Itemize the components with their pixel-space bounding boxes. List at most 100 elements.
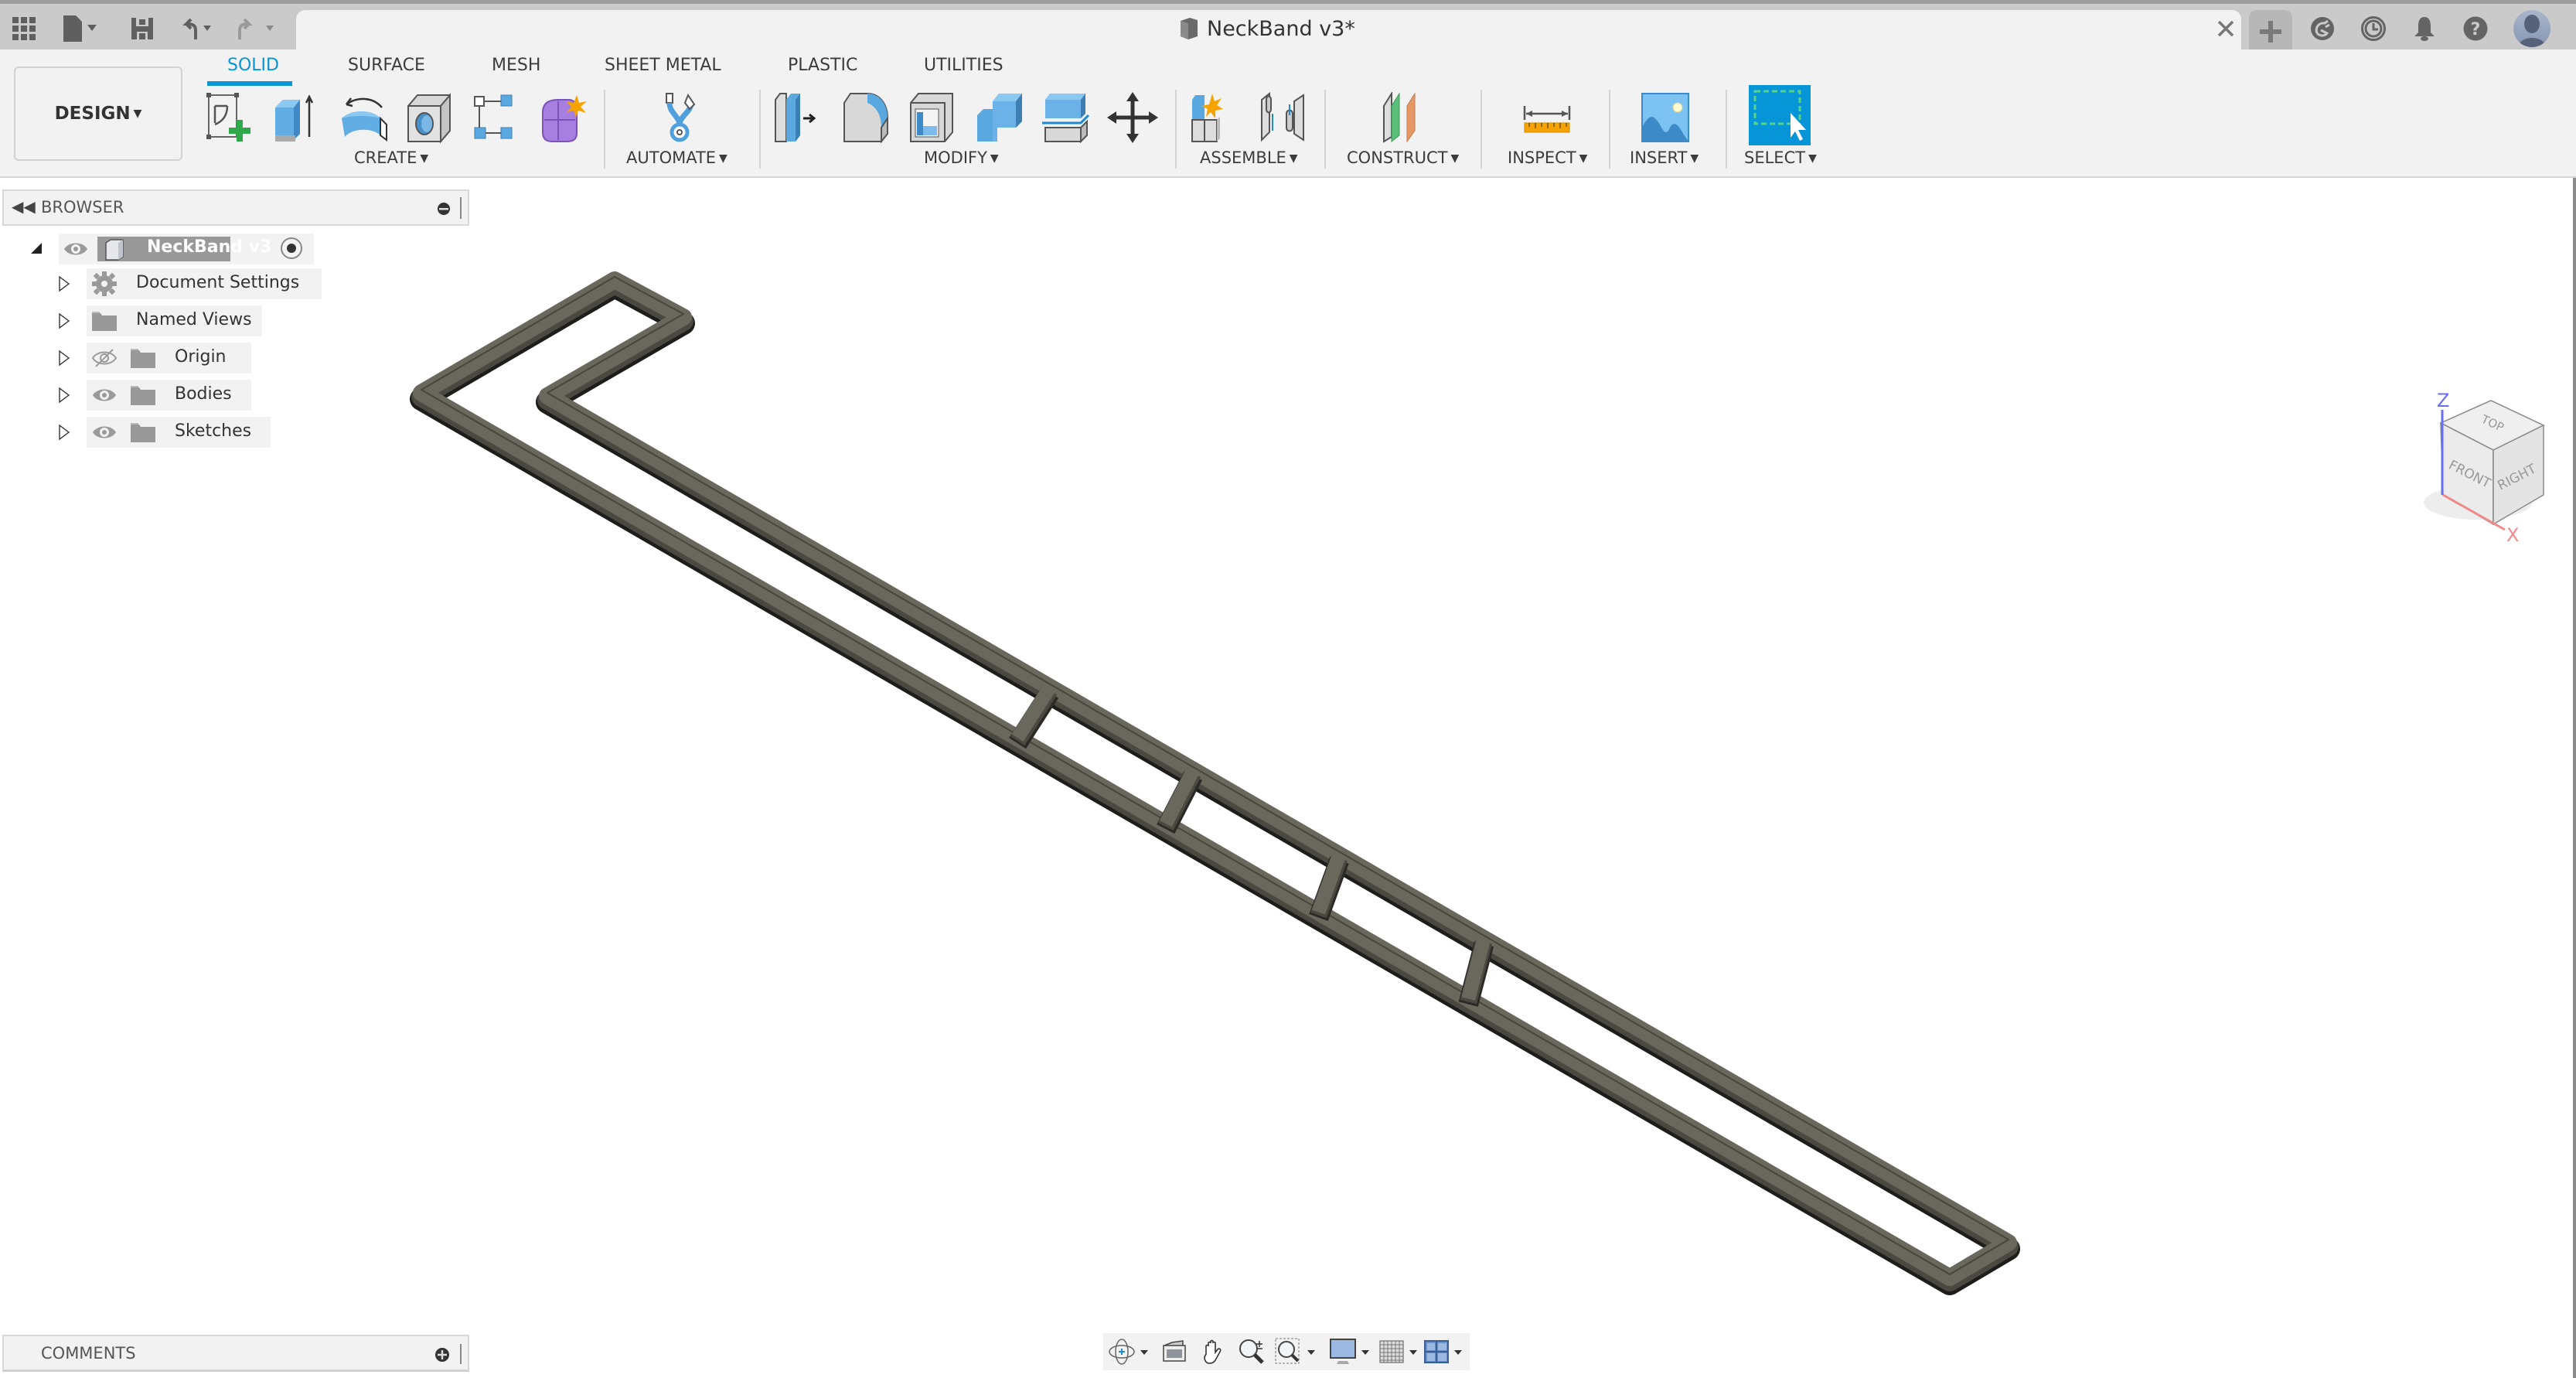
folder-icon bbox=[130, 347, 156, 372]
grid-snap-icon[interactable] bbox=[1378, 1336, 1423, 1367]
select-menu[interactable]: SELECT ▼ bbox=[1744, 148, 1817, 167]
panel-resize-handle[interactable] bbox=[460, 197, 462, 219]
neckband-body[interactable] bbox=[410, 271, 2020, 1295]
help-icon[interactable]: ? bbox=[2462, 15, 2489, 43]
tab-solid[interactable]: SOLID bbox=[227, 56, 279, 75]
expand-triangle-icon[interactable] bbox=[58, 312, 70, 329]
window-edge bbox=[2573, 178, 2576, 1378]
tree-item-label: Bodies bbox=[175, 384, 232, 404]
save-icon[interactable] bbox=[128, 15, 156, 43]
expand-triangle-icon[interactable] bbox=[58, 350, 70, 367]
offset-plane-icon[interactable] bbox=[1378, 90, 1432, 145]
panel-resize-handle[interactable] bbox=[460, 1344, 462, 1364]
tab-sheet-metal[interactable]: SHEET METAL bbox=[605, 56, 721, 75]
chevron-down-icon: ▼ bbox=[1690, 152, 1699, 165]
extrude-icon[interactable] bbox=[271, 90, 325, 145]
create-sketch-icon[interactable] bbox=[204, 90, 258, 145]
extensions-icon[interactable] bbox=[2309, 15, 2336, 43]
panel-pin-icon[interactable] bbox=[437, 202, 451, 216]
combine-icon[interactable] bbox=[973, 90, 1027, 145]
hole-icon[interactable] bbox=[404, 90, 458, 145]
z-axis-label: Z bbox=[2437, 390, 2449, 411]
insert-menu[interactable]: INSERT ▼ bbox=[1630, 148, 1699, 167]
expanded-triangle-icon[interactable] bbox=[29, 241, 43, 255]
inspect-label: INSPECT bbox=[1508, 148, 1576, 167]
construct-menu[interactable]: CONSTRUCT ▼ bbox=[1347, 148, 1459, 167]
modify-menu[interactable]: MODIFY ▼ bbox=[924, 148, 999, 167]
toolbar-ribbon: DESIGN ▼ SOLID SURFACE MESH SHEET METAL P… bbox=[0, 49, 2576, 178]
folder-icon bbox=[130, 421, 156, 446]
inspect-menu[interactable]: INSPECT ▼ bbox=[1508, 148, 1587, 167]
new-tab-plus-icon[interactable] bbox=[2249, 10, 2292, 53]
press-pull-icon[interactable] bbox=[772, 90, 826, 145]
new-component-icon[interactable] bbox=[1187, 90, 1242, 145]
tab-plastic[interactable]: PLASTIC bbox=[788, 56, 857, 75]
tree-item-label: Document Settings bbox=[136, 273, 300, 292]
fillet-icon[interactable] bbox=[840, 90, 894, 145]
automate-menu[interactable]: AUTOMATE ▼ bbox=[626, 148, 727, 167]
shell-icon[interactable] bbox=[906, 90, 960, 145]
group-divider bbox=[1175, 90, 1177, 169]
apps-grid-icon[interactable] bbox=[9, 15, 39, 43]
file-menu-button[interactable] bbox=[60, 15, 107, 43]
activate-radio-icon[interactable] bbox=[280, 237, 303, 260]
undo-button[interactable] bbox=[179, 15, 226, 43]
browser-title: BROWSER bbox=[41, 198, 124, 217]
split-body-icon[interactable] bbox=[1039, 90, 1093, 145]
title-bar: NeckBand v3* ? bbox=[0, 0, 2576, 53]
expand-triangle-icon[interactable] bbox=[58, 387, 70, 404]
select-window-icon[interactable] bbox=[1749, 85, 1811, 145]
insert-image-icon[interactable] bbox=[1637, 90, 1692, 145]
group-divider bbox=[1726, 90, 1727, 169]
notifications-bell-icon[interactable] bbox=[2411, 15, 2438, 43]
tab-surface[interactable]: SURFACE bbox=[348, 56, 425, 75]
revolve-icon[interactable] bbox=[337, 90, 391, 145]
display-settings-icon[interactable] bbox=[1329, 1336, 1375, 1367]
zoom-icon[interactable] bbox=[1235, 1336, 1269, 1367]
add-comment-icon[interactable] bbox=[434, 1347, 450, 1363]
pan-hand-icon[interactable] bbox=[1196, 1336, 1230, 1367]
fusion-app-window: NeckBand v3* ? DESIGN ▼ SOLID SURFACE ME… bbox=[0, 0, 2576, 1378]
document-title-text: NeckBand v3* bbox=[1207, 16, 1355, 41]
workspace-switcher-button[interactable]: DESIGN ▼ bbox=[14, 67, 182, 161]
tab-utilities[interactable]: UTILITIES bbox=[924, 56, 1003, 75]
joint-icon[interactable] bbox=[1256, 90, 1310, 145]
form-icon[interactable] bbox=[537, 90, 591, 145]
move-icon[interactable] bbox=[1106, 90, 1160, 145]
user-avatar[interactable] bbox=[2513, 10, 2550, 47]
gear-icon bbox=[91, 271, 118, 300]
x-axis-label: X bbox=[2506, 524, 2519, 541]
group-divider bbox=[1324, 90, 1326, 169]
tab-mesh[interactable]: MESH bbox=[492, 56, 540, 75]
orbit-icon[interactable] bbox=[1108, 1336, 1154, 1367]
chevron-down-icon: ▼ bbox=[719, 152, 727, 165]
visibility-eye-icon[interactable] bbox=[91, 385, 118, 408]
redo-button[interactable] bbox=[233, 15, 286, 43]
band-top-face[interactable] bbox=[413, 271, 2017, 1286]
collapse-panel-icon[interactable]: ◀◀ bbox=[12, 197, 36, 216]
group-divider bbox=[1609, 90, 1610, 169]
fit-window-zoom-icon[interactable] bbox=[1275, 1336, 1324, 1367]
visibility-eye-icon[interactable] bbox=[91, 422, 118, 445]
component-cube-icon bbox=[105, 239, 124, 261]
visibility-eye-icon[interactable] bbox=[63, 238, 89, 260]
visibility-hidden-icon[interactable] bbox=[91, 348, 118, 371]
measure-icon[interactable] bbox=[1520, 90, 1574, 145]
expand-triangle-icon[interactable] bbox=[58, 424, 70, 441]
create-label: CREATE bbox=[354, 148, 417, 167]
assemble-menu[interactable]: ASSEMBLE ▼ bbox=[1200, 148, 1298, 167]
tree-item-label: Named Views bbox=[136, 310, 252, 329]
view-cube[interactable]: TOP FRONT RIGHT Z X bbox=[2404, 387, 2551, 546]
pattern-icon[interactable] bbox=[470, 90, 524, 145]
modify-label: MODIFY bbox=[924, 148, 987, 167]
viewports-icon[interactable] bbox=[1423, 1336, 1468, 1367]
job-status-clock-icon[interactable] bbox=[2360, 15, 2387, 43]
3d-viewport[interactable]: TOP FRONT RIGHT Z X bbox=[0, 178, 2576, 1378]
close-tab-icon[interactable] bbox=[2215, 18, 2237, 39]
create-menu[interactable]: CREATE ▼ bbox=[354, 148, 428, 167]
neckband-model[interactable] bbox=[0, 178, 2576, 1378]
comments-panel: COMMENTS bbox=[2, 1335, 469, 1372]
look-at-icon[interactable] bbox=[1157, 1336, 1191, 1367]
expand-triangle-icon[interactable] bbox=[58, 275, 70, 292]
automate-icon[interactable] bbox=[653, 90, 707, 145]
